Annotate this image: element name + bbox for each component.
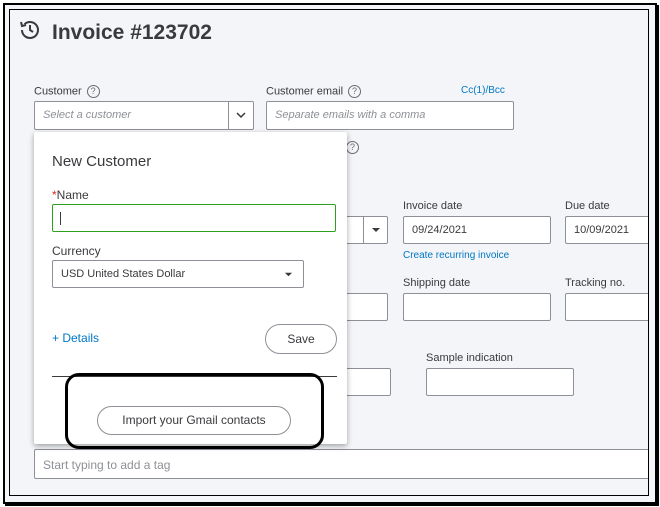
popup-title: New Customer	[52, 153, 152, 170]
save-button[interactable]: Save	[265, 324, 337, 354]
invoice-date-input[interactable]: 09/24/2021	[403, 216, 551, 244]
ship-via-input[interactable]	[340, 293, 388, 321]
page-title: Invoice #123702	[52, 20, 212, 44]
due-date-input[interactable]: 10/09/2021	[565, 216, 648, 244]
name-input[interactable]	[52, 204, 336, 232]
name-label: *Name	[52, 188, 89, 202]
invoice-date-label: Invoice date	[403, 200, 463, 212]
sample-indication-label: Sample indication	[426, 352, 513, 364]
help-icon[interactable]: ?	[86, 85, 100, 98]
tracking-no-input[interactable]	[565, 293, 648, 321]
create-recurring-invoice-link[interactable]: Create recurring invoice	[403, 250, 509, 261]
custom-field-input[interactable]	[340, 368, 391, 396]
currency-label: Currency	[52, 244, 101, 258]
customer-email-label: Customer email?	[266, 85, 362, 98]
chevron-down-icon[interactable]	[235, 109, 247, 124]
customer-email-input[interactable]: Separate emails with a comma	[266, 101, 514, 130]
customer-select[interactable]: Select a customer	[34, 101, 254, 130]
invoice-page: Invoice #123702 Customer? Select a custo…	[9, 9, 649, 496]
cc-bcc-link[interactable]: Cc(1)/Bcc	[461, 85, 505, 96]
shipping-date-input[interactable]	[403, 293, 551, 321]
sample-indication-input[interactable]	[426, 368, 574, 396]
tags-input[interactable]: Start typing to add a tag	[34, 449, 648, 479]
due-date-label: Due date	[565, 200, 610, 212]
caret-down-icon[interactable]	[371, 225, 381, 238]
help-icon[interactable]: ?	[346, 141, 359, 154]
highlight-callout	[65, 373, 324, 449]
details-link[interactable]: + Details	[52, 331, 99, 345]
help-icon[interactable]: ?	[348, 85, 362, 98]
currency-select[interactable]: USD United States Dollar	[52, 260, 304, 288]
shipping-date-label: Shipping date	[403, 277, 471, 289]
caret-down-icon[interactable]	[284, 270, 293, 282]
page-header: Invoice #123702	[18, 18, 212, 47]
screenshot-frame: Invoice #123702 Customer? Select a custo…	[3, 3, 657, 504]
tracking-no-label: Tracking no.	[565, 277, 626, 289]
history-clock-icon[interactable]	[18, 18, 42, 47]
terms-select[interactable]	[340, 216, 388, 244]
text-cursor	[60, 212, 61, 225]
customer-label: Customer?	[34, 85, 100, 98]
